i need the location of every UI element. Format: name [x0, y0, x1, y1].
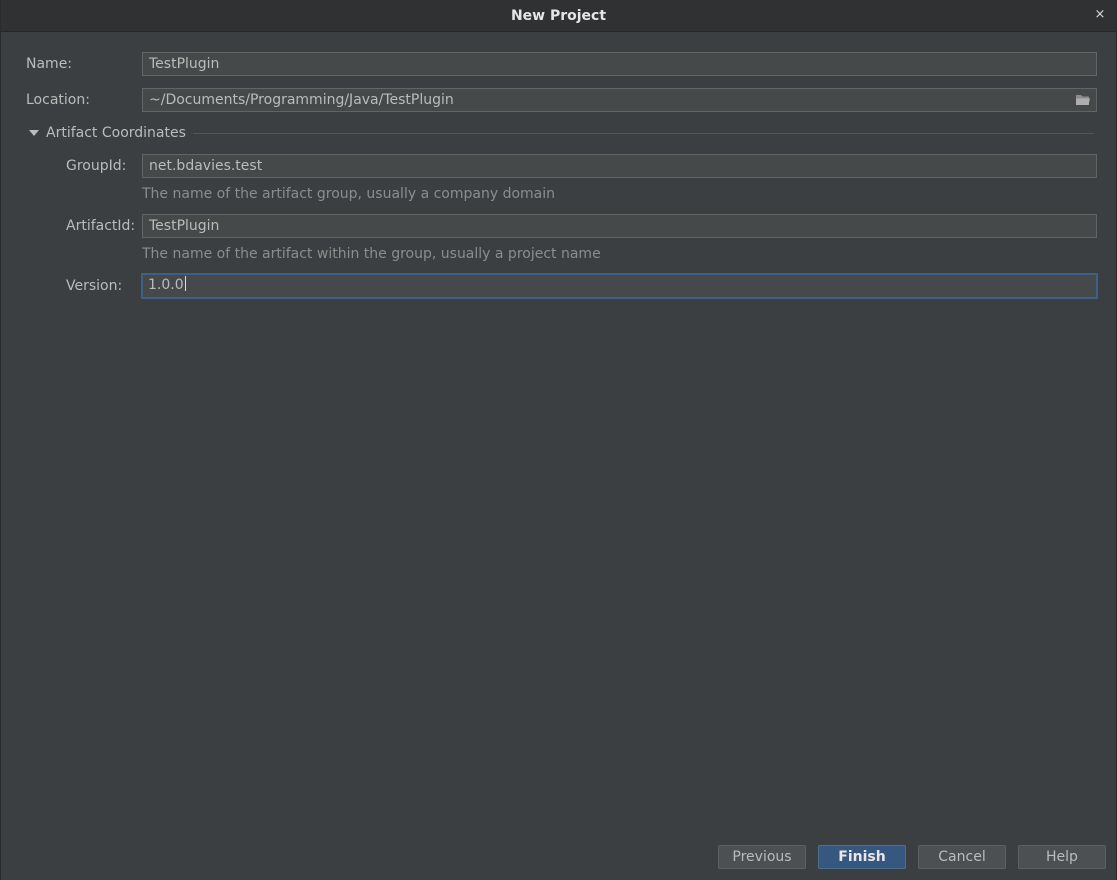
artifactid-hint: The name of the artifact within the grou… — [142, 246, 601, 262]
location-label: Location: — [26, 92, 90, 108]
section-divider — [193, 133, 1094, 134]
close-icon[interactable]: × — [1092, 7, 1108, 23]
artifactid-input[interactable]: TestPlugin — [142, 214, 1097, 238]
name-label: Name: — [26, 56, 73, 72]
groupid-input[interactable]: net.bdavies.test — [142, 154, 1097, 178]
groupid-label: GroupId: — [66, 158, 127, 174]
artifactid-input-value: TestPlugin — [149, 218, 220, 234]
groupid-hint: The name of the artifact group, usually … — [142, 186, 555, 202]
name-input-value: TestPlugin — [149, 56, 220, 72]
name-input[interactable]: TestPlugin — [142, 52, 1097, 76]
previous-button[interactable]: Previous — [718, 845, 806, 869]
artifact-coordinates-toggle[interactable]: Artifact Coordinates — [29, 124, 186, 142]
new-project-dialog: New Project × Name: TestPlugin Location:… — [0, 0, 1117, 880]
title-bar: New Project × — [1, 0, 1116, 32]
version-input[interactable]: 1.0.0 — [141, 273, 1098, 299]
cancel-button[interactable]: Cancel — [918, 845, 1006, 869]
location-input[interactable]: ~/Documents/Programming/Java/TestPlugin — [142, 88, 1097, 112]
version-label: Version: — [66, 278, 123, 294]
dialog-title: New Project — [510, 8, 607, 24]
folder-icon[interactable] — [1075, 93, 1091, 107]
artifact-coordinates-label: Artifact Coordinates — [46, 125, 186, 141]
location-input-value: ~/Documents/Programming/Java/TestPlugin — [149, 92, 454, 108]
text-caret — [184, 276, 186, 291]
expand-triangle-icon — [29, 130, 39, 136]
artifactid-label: ArtifactId: — [66, 218, 136, 234]
finish-button[interactable]: Finish — [818, 845, 906, 869]
version-input-value: 1.0.0 — [148, 277, 184, 293]
help-button[interactable]: Help — [1018, 845, 1106, 869]
groupid-input-value: net.bdavies.test — [149, 158, 263, 174]
